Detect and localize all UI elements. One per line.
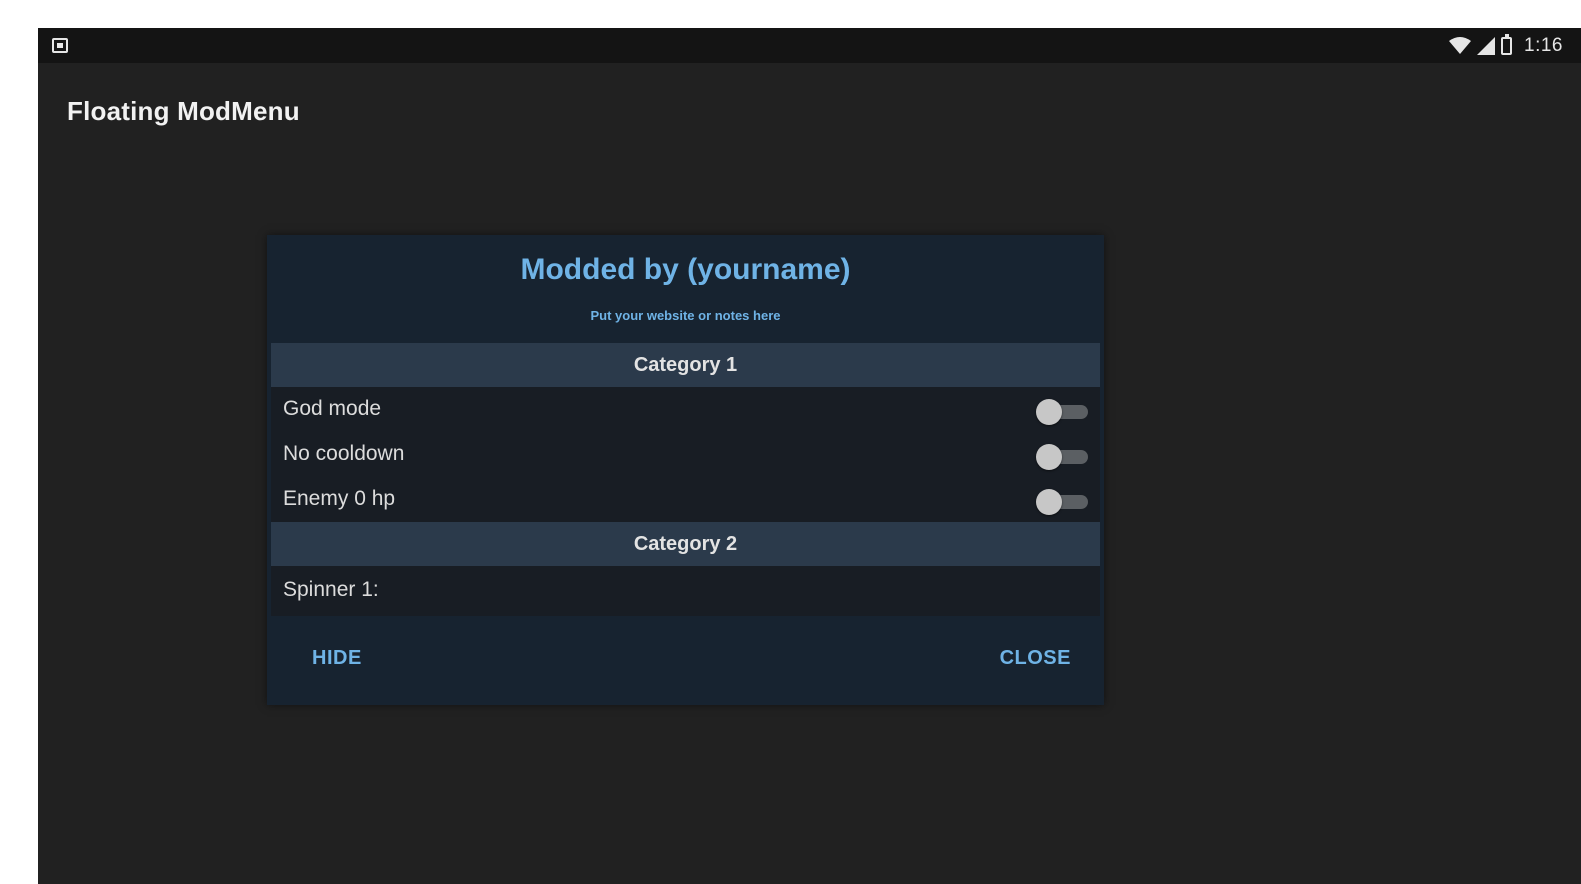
toggle-row-enemy-0-hp[interactable]: Enemy 0 hp <box>271 477 1100 522</box>
category-header-2: Category 2 <box>271 522 1100 566</box>
enemy-0-hp-switch[interactable] <box>1036 489 1088 515</box>
status-time: 1:16 <box>1524 35 1563 56</box>
toggle-label: Enemy 0 hp <box>283 487 396 510</box>
switch-thumb <box>1036 399 1062 425</box>
battery-icon <box>1501 34 1513 55</box>
spinner-label: Spinner 1: <box>283 578 379 601</box>
switch-thumb <box>1036 489 1062 515</box>
category-header-1: Category 1 <box>271 343 1100 387</box>
spinner-row[interactable]: Spinner 1: <box>271 566 1100 616</box>
close-button[interactable]: CLOSE <box>1000 647 1071 670</box>
app-title: Floating ModMenu <box>67 96 300 126</box>
toggle-row-god-mode[interactable]: God mode <box>271 387 1100 432</box>
app-bar: Floating ModMenu <box>38 63 1581 161</box>
toggle-list: God mode No cooldown Enemy 0 hp <box>271 387 1100 522</box>
no-cooldown-switch[interactable] <box>1036 444 1088 470</box>
switch-thumb <box>1036 444 1062 470</box>
wifi-icon <box>1449 37 1472 54</box>
hide-button[interactable]: HIDE <box>312 647 362 670</box>
mod-menu-panel[interactable]: Modded by (yourname) Put your website or… <box>267 235 1104 705</box>
toggle-row-no-cooldown[interactable]: No cooldown <box>271 432 1100 477</box>
menu-subtitle: Put your website or notes here <box>590 308 781 323</box>
toggle-label: No cooldown <box>283 442 405 465</box>
menu-title: Modded by (yourname) <box>520 253 851 286</box>
toggle-label: God mode <box>283 397 382 420</box>
god-mode-switch[interactable] <box>1036 399 1088 425</box>
notification-icon <box>52 38 68 53</box>
status-bar: 1:16 <box>38 28 1581 63</box>
signal-icon <box>1477 37 1496 55</box>
status-icons: 1:16 <box>1449 34 1563 58</box>
device-screen: 1:16 Floating ModMenu Modded by (yournam… <box>38 28 1581 884</box>
